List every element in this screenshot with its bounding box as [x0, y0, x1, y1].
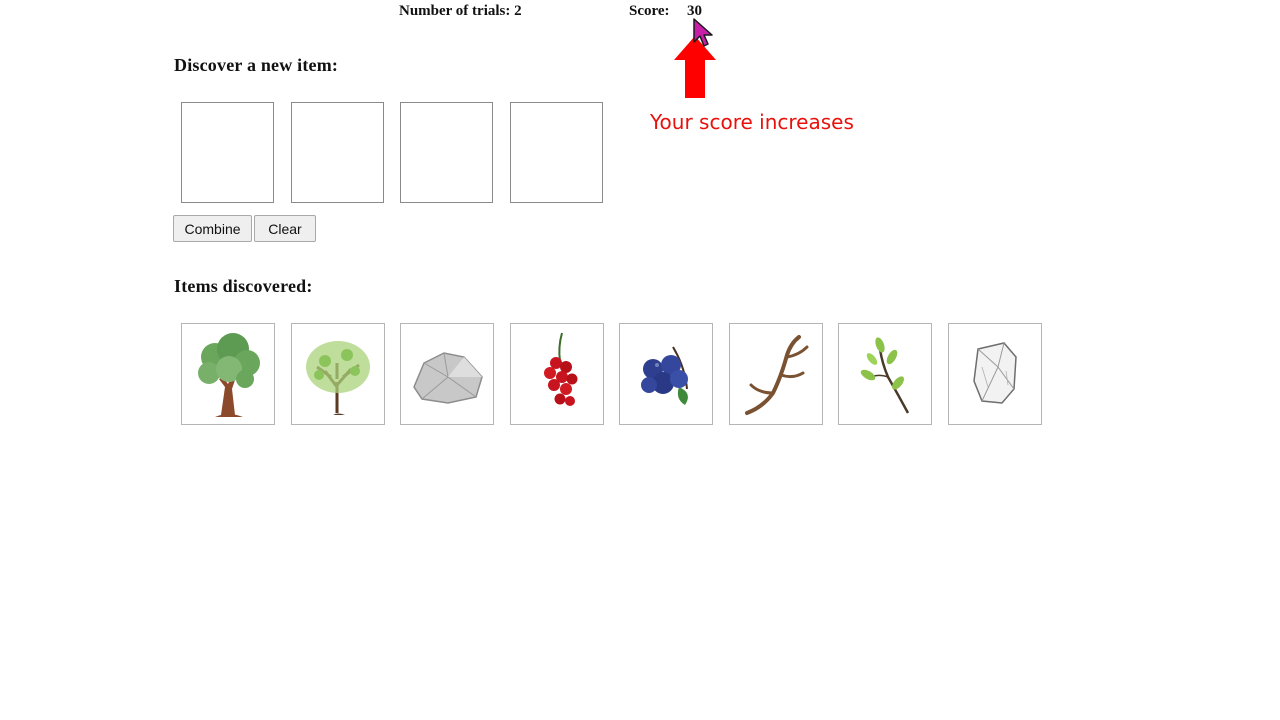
tree-icon	[198, 333, 260, 417]
discovered-title: Items discovered:	[174, 276, 313, 296]
score-annotation: Your score increases	[650, 110, 854, 134]
antler-icon	[745, 335, 809, 415]
status-bar: Number of trials: 2 Score: 30	[0, 3, 1280, 23]
discovered-item-tree[interactable]	[181, 323, 275, 425]
combine-button[interactable]: Combine	[173, 215, 252, 242]
combination-slot-2[interactable]	[291, 102, 384, 203]
twig-icon	[860, 337, 910, 414]
mouse-cursor-icon	[693, 18, 713, 47]
discovered-item-stone-sketch[interactable]	[948, 323, 1042, 425]
trials-counter: Number of trials: 2	[399, 3, 522, 19]
rock-icon	[413, 352, 483, 404]
discovered-item-twig[interactable]	[838, 323, 932, 425]
discover-title: Discover a new item:	[174, 55, 339, 75]
score-label: Score:	[629, 3, 670, 19]
combination-slot-3[interactable]	[400, 102, 493, 203]
stone-sketch-icon	[973, 342, 1017, 404]
combination-slot-1[interactable]	[181, 102, 274, 203]
red-berries-icon	[544, 332, 578, 406]
young-tree-icon	[306, 341, 370, 415]
combination-slot-4[interactable]	[510, 102, 603, 203]
clear-button[interactable]: Clear	[254, 215, 316, 242]
discovered-item-blueberries[interactable]	[619, 323, 713, 425]
discovered-item-rock[interactable]	[400, 323, 494, 425]
blueberries-icon	[641, 346, 688, 405]
discovered-item-young-tree[interactable]	[291, 323, 385, 425]
discovered-item-antler[interactable]	[729, 323, 823, 425]
discovered-item-red-berries[interactable]	[510, 323, 604, 425]
